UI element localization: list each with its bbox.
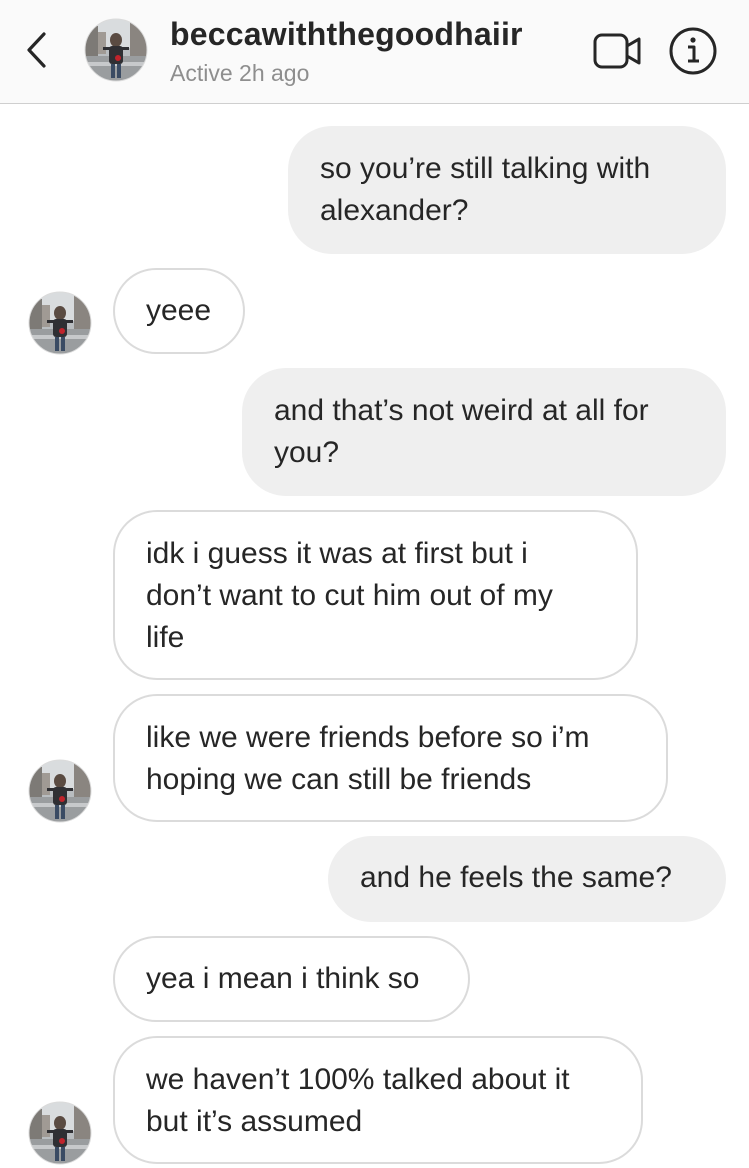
message-text: but it’s assumed bbox=[146, 1105, 363, 1138]
video-camera-icon bbox=[593, 33, 641, 69]
message-text: alexander? bbox=[320, 194, 469, 227]
avatar[interactable] bbox=[28, 291, 92, 355]
message-bubble-received[interactable]: yeee bbox=[113, 268, 245, 354]
message-text: and that’s not weird at all for bbox=[274, 394, 649, 427]
message-bubble-received[interactable]: yea i mean i think so bbox=[113, 936, 470, 1022]
avatar[interactable] bbox=[28, 759, 92, 823]
message-text: we haven’t 100% talked about it bbox=[146, 1063, 570, 1096]
message-text: and he feels the same? bbox=[360, 861, 672, 894]
message-text: yea i mean i think so bbox=[146, 962, 420, 995]
message-text: hoping we can still be friends bbox=[146, 763, 532, 796]
message-text: yeee bbox=[146, 294, 212, 327]
avatar[interactable] bbox=[28, 1101, 92, 1165]
message-bubble-sent[interactable]: so you’re still talking with alexander? bbox=[288, 126, 726, 254]
message-bubble-sent[interactable]: and he feels the same? bbox=[328, 836, 726, 922]
chevron-left-icon bbox=[27, 32, 46, 68]
message-text: don’t want to cut him out of my bbox=[146, 579, 553, 612]
chat-header: beccawiththegoodhaiir Active 2h ago bbox=[0, 0, 749, 104]
message-text: like we were friends before so i’m bbox=[146, 721, 590, 754]
message-bubble-received[interactable]: idk i guess it was at first but i don’t … bbox=[113, 510, 638, 680]
video-call-button[interactable] bbox=[592, 30, 644, 72]
message-bubble-received[interactable]: we haven’t 100% talked about it but it’s… bbox=[113, 1036, 643, 1164]
message-text: idk i guess it was at first but i bbox=[146, 537, 528, 570]
message-bubble-sent[interactable]: and that’s not weird at all for you? bbox=[242, 368, 726, 496]
header-avatar[interactable] bbox=[84, 18, 148, 82]
active-status: Active 2h ago bbox=[170, 60, 310, 86]
message-text: so you’re still talking with bbox=[320, 152, 651, 185]
info-button[interactable] bbox=[668, 26, 718, 76]
back-button[interactable] bbox=[20, 26, 54, 74]
message-bubble-received[interactable]: like we were friends before so i’m hopin… bbox=[113, 694, 668, 822]
message-text: life bbox=[146, 621, 185, 654]
info-icon bbox=[669, 27, 717, 75]
message-text: you? bbox=[274, 436, 340, 469]
chat-username[interactable]: beccawiththegoodhaiir bbox=[170, 16, 523, 53]
